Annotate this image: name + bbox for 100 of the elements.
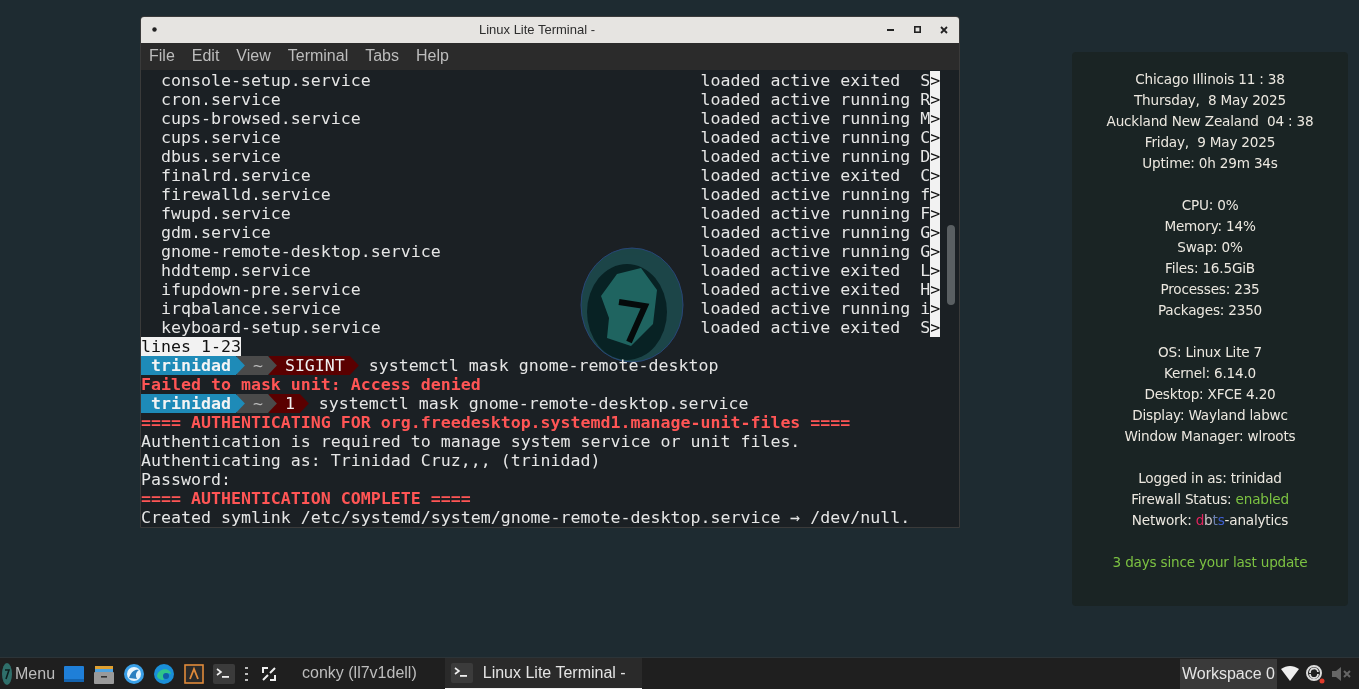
sub-state: running	[840, 223, 911, 242]
info-line: Desktop: XFCE 4.20	[1144, 385, 1276, 404]
menu-button[interactable]: Menu	[0, 659, 60, 688]
overflow-mark: >	[930, 318, 941, 337]
load-state: loaded	[700, 90, 761, 109]
edge-browser-launcher[interactable]	[153, 662, 176, 685]
active-state: active	[770, 128, 831, 147]
unit-name: dbus.service	[160, 147, 281, 166]
scrollbar[interactable]	[947, 225, 955, 305]
info-line: Processes: 235	[1160, 280, 1260, 299]
description: L	[920, 261, 931, 280]
unit-name: gnome-remote-desktop.service	[160, 242, 441, 261]
text-editor-launcher[interactable]	[183, 662, 206, 685]
command-text: systemctl mask gnome-remote-desktop	[368, 356, 719, 375]
active-state: active	[770, 242, 831, 261]
output-text: Password:	[141, 470, 231, 489]
unit-name: ifupdown-pre.service	[160, 280, 361, 299]
overflow-mark: >	[930, 223, 941, 242]
terminal-icon	[450, 662, 473, 683]
unit-name: finalrd.service	[160, 166, 311, 185]
description: F	[920, 204, 931, 223]
info-line: Uptime: 0h 29m 34s	[1142, 154, 1278, 173]
load-state: loaded	[700, 299, 761, 318]
sub-state: running	[840, 204, 911, 223]
muted-speaker-icon[interactable]	[1331, 664, 1351, 683]
overflow-mark: >	[930, 166, 941, 185]
swirl-icon	[154, 663, 175, 684]
active-state: active	[770, 261, 831, 280]
taskbar-task[interactable]: conky (ll7v1dell)	[296, 657, 433, 689]
unit-name: keyboard-setup.service	[160, 318, 381, 337]
wifi-icon[interactable]	[1281, 665, 1299, 682]
description: S	[920, 318, 931, 337]
load-state: loaded	[700, 109, 761, 128]
info-line: Thursday, 8 May 2025	[1134, 91, 1286, 110]
error-message: ==== AUTHENTICATING FOR org.freedesktop.systemd1.manage-unit-files ====	[141, 413, 851, 432]
sub-state: exited	[840, 71, 901, 90]
description: R	[920, 90, 931, 109]
sub-state: exited	[840, 280, 901, 299]
menu-item[interactable]: Tabs	[365, 47, 399, 66]
sub-state: exited	[840, 318, 901, 337]
output-text: Created symlink /etc/systemd/system/gnome-remote-desktop.service → /dev/null.	[141, 508, 911, 527]
info-line: 3 days since your last update	[1112, 553, 1308, 572]
terminal-launcher[interactable]	[213, 662, 236, 685]
info-line: Window Manager: wlroots	[1124, 427, 1296, 446]
load-state: loaded	[700, 147, 761, 166]
unit-name: console-setup.service	[160, 71, 371, 90]
workspace-button[interactable]: Workspace 0	[1179, 658, 1277, 689]
menu-item[interactable]: Edit	[191, 47, 220, 66]
active-state: active	[770, 204, 831, 223]
unit-name: irqbalance.service	[160, 299, 341, 318]
sub-state: running	[840, 147, 911, 166]
terminal-icon	[213, 663, 236, 684]
menu-item[interactable]: Terminal	[287, 47, 349, 66]
sub-state: running	[840, 242, 911, 261]
overflow-mark: >	[930, 185, 941, 204]
unit-name: firewalld.service	[160, 185, 331, 204]
unit-name: cups.service	[160, 128, 281, 147]
description: f	[920, 185, 931, 204]
sub-state: running	[840, 128, 911, 147]
sync-icon[interactable]	[1305, 663, 1325, 684]
menu-item[interactable]: View	[236, 47, 271, 66]
overflow-mark: >	[930, 261, 941, 280]
description: G	[920, 223, 931, 242]
description: M	[920, 109, 931, 128]
info-line: CPU: 0%	[1181, 196, 1239, 215]
menu-item[interactable]: Help	[416, 47, 449, 66]
expand-arrows-icon	[262, 666, 277, 681]
info-line: Firewall Status: enabled	[1131, 490, 1289, 509]
description: D	[920, 147, 931, 166]
drag-handle-icon[interactable]	[245, 666, 249, 681]
overflow-mark: >	[930, 280, 941, 299]
description: H	[920, 280, 931, 299]
info-line: Files: 16.5GiB	[1165, 259, 1255, 278]
error-message: Failed to mask unit: Access denied	[141, 375, 481, 394]
menu-item[interactable]: File	[149, 47, 175, 66]
load-state: loaded	[700, 71, 761, 90]
active-state: active	[770, 280, 831, 299]
sub-state: exited	[840, 166, 901, 185]
unit-name: fwupd.service	[160, 204, 291, 223]
active-state: active	[770, 109, 831, 128]
browser-launcher[interactable]	[123, 662, 146, 685]
taskbar-task[interactable]: Linux Lite Terminal -	[444, 657, 642, 689]
output-text: Authentication is required to manage system service or unit files.	[141, 432, 801, 451]
info-line: Friday, 9 May 2025	[1144, 133, 1276, 152]
description: G	[920, 242, 931, 261]
command-text: systemctl mask gnome-remote-desktop.service	[318, 394, 749, 413]
active-state: active	[770, 166, 831, 185]
globe-bird-icon	[124, 663, 145, 684]
active-state: active	[770, 318, 831, 337]
load-state: loaded	[700, 128, 761, 147]
info-line: Memory: 14%	[1164, 217, 1256, 236]
sub-state: running	[840, 109, 911, 128]
info-line: Auckland New Zealand 04 : 38	[1106, 112, 1314, 131]
overflow-mark: >	[930, 90, 941, 109]
dot-icon	[151, 27, 157, 33]
load-state: loaded	[700, 204, 761, 223]
load-state: loaded	[700, 185, 761, 204]
info-line: OS: Linux Lite 7	[1158, 343, 1262, 362]
window-icon	[64, 664, 85, 683]
load-state: loaded	[700, 242, 761, 261]
